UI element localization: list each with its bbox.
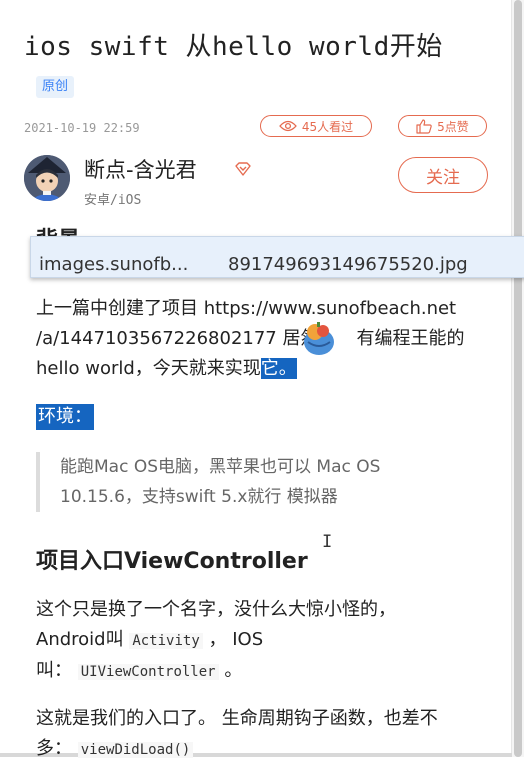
text-cursor-icon: I [322,532,333,552]
p3-line-2: 多： [36,738,72,759]
p2-line-2-tail: ， IOS [208,629,264,650]
intro-line-2-tail: 有编程王能的 [356,328,465,349]
tooltip-domain: images.sunofb... [39,254,189,275]
viewcontroller-paragraph: 这个只是换了一个名字，没什么大惊小怪的， Android叫 Activity ，… [36,595,496,687]
like-button[interactable]: 5点赞 [398,115,487,137]
section-title: 项目入口ViewController [36,549,308,574]
tooltip-filename: 891749693149675520.jpg [228,254,468,275]
author-category: 安卓/iOS [84,193,142,208]
p2-period: 。 [224,660,243,681]
eye-icon [278,120,297,132]
environment-quote: 能跑Mac OS电脑，黑苹果也可以 Mac OS 10.15.6，支持swift… [36,452,476,512]
quote-line-2: 10.15.6，支持swift 5.x就行 模拟器 [60,487,338,507]
scrollbar-thumb[interactable] [514,0,522,757]
fruit-sticker-icon [304,322,334,355]
intro-line-2[interactable]: /a/1447103567226802177 居然 [36,328,318,349]
intro-paragraph: 上一篇中创建了项目 https://www.sunofbeach.net /a/… [36,294,486,384]
p2-line-3: 叫： [36,660,72,681]
thumbs-up-icon [416,118,432,134]
intro-line-3: hello world，今天就来实现 [36,358,261,379]
author-name[interactable]: 断点-含光君 [84,154,197,184]
likes-label: 5点赞 [437,119,469,134]
article-title: ios swift 从hello world开始 [24,32,443,62]
diamond-icon [235,162,251,176]
p2-line-1: 这个只是换了一个名字，没什么大惊小怪的， [36,599,396,620]
avatar[interactable] [24,155,70,201]
uiviewcontroller-code: UIViewController [77,664,219,680]
views-count: 45人看过 [260,115,372,137]
original-badge: 原创 [36,76,75,98]
p2-line-2: Android叫 [36,629,124,650]
intro-line-1[interactable]: 上一篇中创建了项目 https://www.sunofbeach.net [36,298,456,319]
quote-line-1: 能跑Mac OS电脑，黑苹果也可以 Mac OS [60,457,381,477]
publish-date: 2021-10-19 22:59 [24,121,140,135]
environment-label: 环境： [36,404,94,430]
activity-code: Activity [129,633,203,649]
scrollbar-track[interactable] [511,0,524,757]
entry-paragraph: 这就是我们的入口了。 生命周期钩子函数，也差不 多： viewDidLoad() [36,704,496,765]
views-label: 45人看过 [301,119,354,134]
selected-text: 它。 [260,358,297,379]
image-url-tooltip: images.sunofb... 891749693149675520.jpg [30,236,524,278]
follow-button[interactable]: 关注 [398,157,488,193]
p3-line-1: 这就是我们的入口了。 生命周期钩子函数，也差不 [36,708,438,729]
viewdidload-code: viewDidLoad() [77,742,194,758]
